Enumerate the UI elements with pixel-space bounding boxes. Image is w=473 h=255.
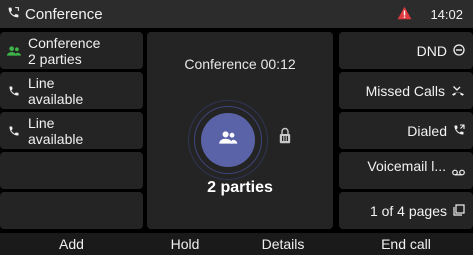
details-button[interactable]: Details: [227, 233, 339, 255]
line-key-empty-2[interactable]: [0, 192, 143, 229]
dnd-icon: [453, 43, 465, 59]
hold-button[interactable]: Hold: [143, 233, 227, 255]
end-call-button[interactable]: End call: [339, 233, 473, 255]
softkey-bar: Add Hold Details End call: [0, 233, 473, 255]
dnd-label: DND: [416, 42, 447, 59]
parties-count: 2 parties: [207, 179, 273, 196]
outgoing-call-icon: [453, 123, 465, 139]
line-key-label: Line available: [28, 115, 83, 147]
missed-calls-label: Missed Calls: [365, 82, 445, 99]
dialed-key[interactable]: Dialed: [339, 112, 473, 149]
line-key-label: Line available: [28, 75, 83, 107]
voicemail-label: Voicemail l...: [367, 158, 446, 174]
phone-icon: [0, 85, 28, 97]
clock: 14:02: [430, 6, 463, 22]
line-key-2[interactable]: Line available: [0, 72, 143, 109]
page-indicator-key[interactable]: 1 of 4 pages: [339, 192, 473, 229]
alert-icon[interactable]: [397, 6, 412, 23]
status-title: Conference: [25, 5, 103, 23]
line-key-label-line2: available: [28, 90, 84, 107]
encryption-icon: [279, 127, 291, 149]
voicemail-key[interactable]: Voicemail l...: [339, 152, 473, 189]
line-key-label-line1: Line: [28, 74, 55, 91]
line-key-3[interactable]: Line available: [0, 112, 143, 149]
missed-call-icon: [451, 83, 465, 99]
phone-icon: [0, 125, 28, 137]
voicemail-icon: [452, 163, 465, 179]
call-title: Conference 00:12: [184, 56, 296, 72]
call-status-icon: [7, 6, 20, 23]
line-key-label-line2: available: [28, 130, 84, 147]
dnd-key[interactable]: DND: [339, 32, 473, 69]
status-bar: Conference 14:02: [0, 0, 473, 28]
line-key-label-line2: 2 parties: [28, 50, 82, 67]
pages-icon: [453, 203, 465, 219]
line-key-label-line1: Line: [28, 114, 55, 131]
dialed-label: Dialed: [407, 122, 447, 139]
line-key-conference[interactable]: Conference 2 parties: [0, 32, 143, 69]
line-key-empty-1[interactable]: [0, 152, 143, 189]
avatar: [201, 113, 255, 167]
line-key-label: Conference 2 parties: [28, 35, 100, 67]
page-indicator-label: 1 of 4 pages: [369, 202, 447, 219]
status-title-group: Conference: [7, 6, 103, 23]
group-icon: [218, 130, 238, 151]
add-button[interactable]: Add: [0, 233, 143, 255]
conference-icon: [0, 45, 28, 57]
line-key-label-line1: Conference: [28, 34, 101, 51]
missed-calls-key[interactable]: Missed Calls: [339, 72, 473, 109]
call-panel: Conference 00:12 2 parties: [147, 32, 333, 229]
